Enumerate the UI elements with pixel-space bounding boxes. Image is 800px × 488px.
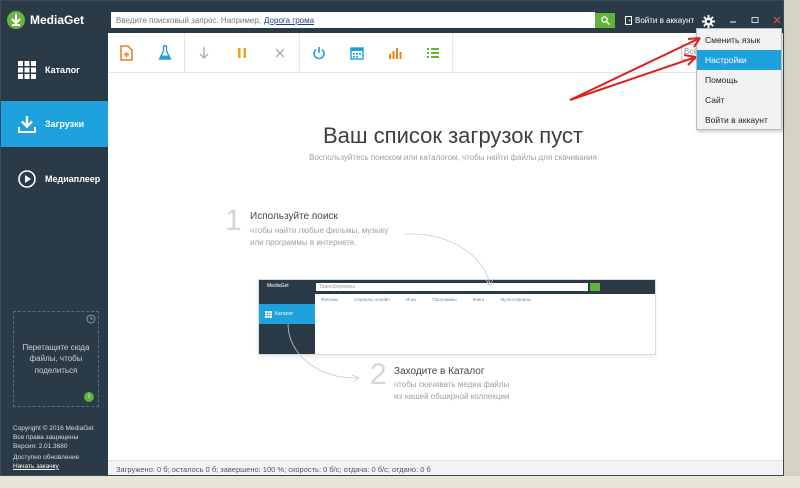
desktop-background-right <box>784 0 800 488</box>
app-title: MediaGet <box>30 13 85 27</box>
sidebar-item-label: Загрузки <box>45 119 85 129</box>
calendar-icon <box>350 47 364 60</box>
copyright-line: Copyright © 2016 MediaGet <box>13 425 94 432</box>
toolbar <box>108 33 696 73</box>
update-notice: Доступно обновление Начать закачку <box>13 454 79 472</box>
login-label: Войти в аккаунт <box>635 16 695 25</box>
shutdown-button[interactable] <box>300 33 338 73</box>
toolbar-group-control <box>185 33 300 73</box>
minimize-button[interactable] <box>726 13 740 27</box>
magnet-button[interactable] <box>146 33 184 73</box>
pause-button[interactable] <box>223 33 261 73</box>
maximize-icon <box>751 17 759 23</box>
login-button[interactable]: Войти в аккаунт <box>625 13 694 28</box>
app-window: MediaGet Каталог Загрузки Медиаплеер Пер… <box>0 0 784 476</box>
add-file-icon <box>120 45 133 61</box>
close-window-button[interactable] <box>770 13 783 27</box>
sidebar-item-downloads[interactable]: Загрузки <box>1 101 108 147</box>
guide-arrowhead <box>351 374 360 383</box>
top-bar: Введите поисковый запрос. Например, Доро… <box>108 1 783 33</box>
rights-line: Все права защищены <box>13 433 79 441</box>
search-icon <box>600 16 610 25</box>
mediaget-logo-icon <box>7 11 25 29</box>
search-button[interactable] <box>595 13 615 28</box>
play-icon <box>17 169 37 189</box>
drop-zone-text: Перетащите сюда файлы, чтобы поделиться <box>22 343 90 375</box>
version-line: Версия: 2.01.3680 <box>13 442 68 450</box>
close-icon <box>275 48 285 58</box>
sidebar-item-label: Каталог <box>45 65 80 75</box>
search-placeholder: Введите поисковый запрос. Например, <box>116 15 262 25</box>
settings-button[interactable] <box>700 13 716 29</box>
flask-icon <box>158 45 172 60</box>
settings-menu: Сменить язык Настройки Помощь Сайт Войти… <box>696 28 782 130</box>
gear-icon <box>701 14 715 28</box>
menu-item-settings[interactable]: Настройки <box>697 50 781 70</box>
clock-icon <box>86 314 96 327</box>
list-icon <box>427 48 439 58</box>
app-logo: MediaGet <box>7 9 84 31</box>
download-arrow-icon <box>199 47 209 60</box>
menu-item-site[interactable]: Сайт <box>697 90 781 110</box>
toolbar-group-tools <box>300 33 453 73</box>
desktop-background-bottom <box>0 476 800 488</box>
guide-arrow-to-catalog <box>287 323 359 379</box>
minimize-icon <box>730 21 736 23</box>
add-file-button[interactable] <box>108 33 146 73</box>
speed-button[interactable] <box>376 33 414 73</box>
download-icon <box>17 114 37 134</box>
copyright-info: Copyright © 2016 MediaGet Все права защи… <box>13 425 94 451</box>
search-input[interactable]: Введите поисковый запрос. Например, Доро… <box>111 12 595 28</box>
main-content: Ваш список загрузок пуст Воспользуйтесь … <box>108 74 783 460</box>
guide-arrows <box>287 233 494 383</box>
sidebar: MediaGet Каталог Загрузки Медиаплеер Пер… <box>1 1 108 475</box>
scheduler-button[interactable] <box>338 33 376 73</box>
pause-icon <box>238 48 246 58</box>
power-icon <box>313 47 325 60</box>
update-status: Доступно обновление <box>13 454 80 461</box>
close-icon <box>773 16 781 24</box>
grid-icon <box>17 60 37 80</box>
menu-item-help[interactable]: Помощь <box>697 70 781 90</box>
status-bar: Загружено: 0 б; осталось 0 б; завершено:… <box>108 460 783 475</box>
toolbar-group-add <box>108 33 185 73</box>
bar-chart-icon <box>389 48 402 59</box>
start-download-link[interactable]: Начать закачку <box>13 463 79 472</box>
sidebar-item-catalog[interactable]: Каталог <box>1 47 108 93</box>
menu-item-change-language[interactable]: Сменить язык <box>697 30 781 50</box>
drop-zone[interactable]: Перетащите сюда файлы, чтобы поделиться … <box>13 311 99 407</box>
door-icon <box>625 16 632 25</box>
sidebar-item-label: Медиаплеер <box>45 174 101 184</box>
list-view-button[interactable] <box>414 33 452 73</box>
menu-item-login[interactable]: Войти в аккаунт <box>697 110 781 130</box>
maximize-button[interactable] <box>748 13 762 27</box>
info-icon[interactable]: i <box>84 392 94 402</box>
sidebar-item-mediaplayer[interactable]: Медиаплеер <box>1 156 108 202</box>
search-example-link[interactable]: Дорога грома <box>264 16 314 25</box>
delete-button[interactable] <box>261 33 299 73</box>
start-button[interactable] <box>185 33 223 73</box>
guide-arrow-to-search <box>403 233 491 285</box>
